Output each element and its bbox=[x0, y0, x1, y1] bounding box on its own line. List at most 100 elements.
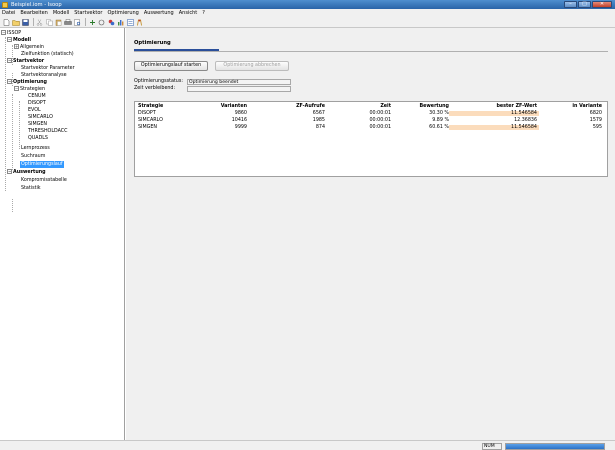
tree-root[interactable]: − ISSOP bbox=[1, 30, 21, 37]
table-header: Strategie Varianten ZF-Aufrufe Zeit Bewe… bbox=[135, 102, 607, 110]
tree-item-strategy[interactable]: EVOL bbox=[28, 107, 41, 114]
tree-item-strategy[interactable]: QUADLS bbox=[28, 135, 48, 142]
toolbar-separator bbox=[85, 18, 86, 26]
toolbar-separator bbox=[32, 18, 34, 26]
cell-strategy: DISOPT bbox=[138, 111, 156, 116]
cut-icon[interactable] bbox=[36, 18, 44, 26]
tree-item-statistik[interactable]: Statistik bbox=[21, 185, 41, 192]
tree-connector bbox=[12, 199, 13, 212]
tree-item-suchraum[interactable]: Suchraum bbox=[21, 153, 45, 160]
column-header[interactable]: bester ZF-Wert bbox=[449, 104, 539, 109]
tree-item-startvektor-parameter[interactable]: Startvektor Parameter bbox=[21, 65, 75, 72]
cell-rating: 60.61 % bbox=[429, 125, 449, 130]
open-icon[interactable] bbox=[11, 18, 20, 26]
paste-icon[interactable] bbox=[55, 18, 63, 26]
remaining-time-label: Zeit verbleibend: bbox=[134, 86, 176, 91]
menu-auswertung[interactable]: Auswertung bbox=[144, 10, 174, 16]
tree-item-optimierungslauf[interactable]: Optimierungslauf bbox=[20, 161, 64, 168]
cell-best-value: 11.546584 bbox=[449, 111, 539, 116]
main-content: Optimierung Optimierungslauf starten Opt… bbox=[126, 28, 615, 440]
tree-item-zielfunktion[interactable]: Zielfunktion (statisch) bbox=[21, 51, 74, 58]
tree-item-startvektor[interactable]: − Startvektor bbox=[7, 58, 44, 65]
table-row[interactable]: SIMGEN 9999 874 00:00:01 60.61 % 11.5465… bbox=[135, 124, 607, 131]
column-header[interactable]: Zeit bbox=[325, 104, 391, 109]
abort-optimization-button[interactable]: Optimierung abbrechen bbox=[215, 61, 289, 71]
minimize-button[interactable]: – bbox=[564, 1, 577, 8]
menu-ansicht[interactable]: Ansicht bbox=[179, 10, 197, 16]
toolbar bbox=[0, 17, 615, 28]
tree-item-auswertung[interactable]: − Auswertung bbox=[7, 169, 46, 176]
collapse-icon[interactable]: − bbox=[14, 86, 19, 91]
cell-calls: 874 bbox=[315, 125, 325, 130]
tree-item-strategy[interactable]: DISOPT bbox=[28, 100, 46, 107]
close-button[interactable]: ✕ bbox=[592, 1, 612, 8]
collapse-icon[interactable]: − bbox=[7, 58, 12, 63]
menu-startvektor[interactable]: Startvektor bbox=[74, 10, 102, 16]
remaining-time-value bbox=[187, 86, 291, 92]
settings-icon[interactable] bbox=[126, 18, 134, 26]
navigation-tree: − ISSOP − Modell + Allgemein Zielfunktion (… bbox=[0, 28, 125, 440]
collapse-icon[interactable]: − bbox=[7, 79, 12, 84]
column-header[interactable]: ZF-Aufrufe bbox=[247, 104, 325, 109]
save-icon[interactable] bbox=[21, 18, 29, 26]
tool-icon[interactable] bbox=[107, 18, 115, 26]
cell-variants: 9999 bbox=[234, 125, 247, 130]
copy-icon[interactable] bbox=[45, 18, 53, 26]
stop-icon[interactable] bbox=[98, 18, 106, 26]
tree-item-strategy[interactable]: THRESHOLDACC bbox=[28, 128, 68, 135]
tree-item-allgemein[interactable]: + Allgemein bbox=[14, 44, 44, 51]
collapse-icon[interactable]: − bbox=[7, 169, 12, 174]
column-header[interactable]: in Variante bbox=[539, 104, 605, 109]
cell-calls: 1985 bbox=[312, 118, 325, 123]
cell-in-variant: 6820 bbox=[589, 111, 602, 116]
cell-variants: 9860 bbox=[234, 111, 247, 116]
tree-item-optimierung[interactable]: − Optimierung bbox=[7, 79, 47, 86]
tree-item-strategien[interactable]: − Strategien bbox=[14, 86, 45, 93]
menu-bearbeiten[interactable]: Bearbeiten bbox=[20, 10, 47, 16]
app-icon bbox=[2, 1, 8, 8]
table-row[interactable]: DISOPT 9860 6567 00:00:01 30.30 % 11.546… bbox=[135, 110, 607, 117]
collapse-icon[interactable]: − bbox=[7, 37, 12, 42]
menu-optimierung[interactable]: Optimierung bbox=[107, 10, 138, 16]
column-header[interactable]: Strategie bbox=[135, 104, 195, 109]
window-title: Beispiel.iom - Isoop bbox=[11, 1, 62, 8]
menu-help[interactable]: ? bbox=[202, 10, 205, 16]
cell-time: 00:00:01 bbox=[369, 125, 391, 130]
tree-item-strategy[interactable]: SIMCARLO bbox=[28, 114, 53, 121]
start-optimization-button[interactable]: Optimierungslauf starten bbox=[134, 61, 208, 71]
cell-strategy: SIMCARLO bbox=[138, 118, 163, 123]
num-lock-indicator: NUM bbox=[482, 443, 502, 450]
chart-icon[interactable] bbox=[117, 18, 125, 26]
column-header[interactable]: Varianten bbox=[195, 104, 247, 109]
new-icon[interactable] bbox=[2, 18, 10, 26]
cell-in-variant: 595 bbox=[592, 125, 602, 130]
tree-item-startvektoranalyse[interactable]: Startvektoranalyse bbox=[21, 72, 67, 79]
help-icon[interactable] bbox=[136, 18, 144, 26]
run-icon[interactable] bbox=[88, 18, 96, 26]
cell-variants: 10416 bbox=[231, 118, 247, 123]
menu-modell[interactable]: Modell bbox=[53, 10, 69, 16]
title-bar: Beispiel.iom - Isoop – □ ✕ bbox=[0, 0, 615, 9]
divider bbox=[134, 51, 608, 52]
table-row[interactable]: SIMCARLO 10416 1985 00:00:01 9.89 % 12.3… bbox=[135, 117, 607, 124]
column-header[interactable]: Bewertung bbox=[391, 104, 449, 109]
results-table[interactable]: Strategie Varianten ZF-Aufrufe Zeit Bewe… bbox=[134, 101, 608, 177]
maximize-button[interactable]: □ bbox=[578, 1, 591, 8]
cell-in-variant: 1579 bbox=[589, 118, 602, 123]
menu-datei[interactable]: Datei bbox=[2, 10, 15, 16]
tree-item-lernprozess[interactable]: Lernprozess bbox=[21, 145, 50, 152]
print-preview-icon[interactable] bbox=[74, 18, 82, 26]
status-value: Optimierung beendet bbox=[187, 79, 291, 85]
collapse-icon[interactable]: − bbox=[1, 30, 6, 35]
tree-item-modell[interactable]: − Modell bbox=[7, 37, 31, 44]
tree-item-strategy[interactable]: CENUM bbox=[28, 93, 46, 100]
tree-item-kompromisstabelle[interactable]: Kompromisstabelle bbox=[21, 177, 67, 184]
status-label: Optimierungsstatus: bbox=[134, 79, 183, 84]
page-title: Optimierung bbox=[134, 40, 171, 46]
print-icon[interactable] bbox=[64, 18, 72, 26]
menu-bar: Datei Bearbeiten Modell Startvektor Opti… bbox=[0, 9, 615, 17]
expand-icon[interactable]: + bbox=[14, 44, 19, 49]
progress-fill bbox=[506, 444, 604, 449]
cell-time: 00:00:01 bbox=[369, 118, 391, 123]
tree-item-strategy[interactable]: SIMGEN bbox=[28, 121, 47, 128]
